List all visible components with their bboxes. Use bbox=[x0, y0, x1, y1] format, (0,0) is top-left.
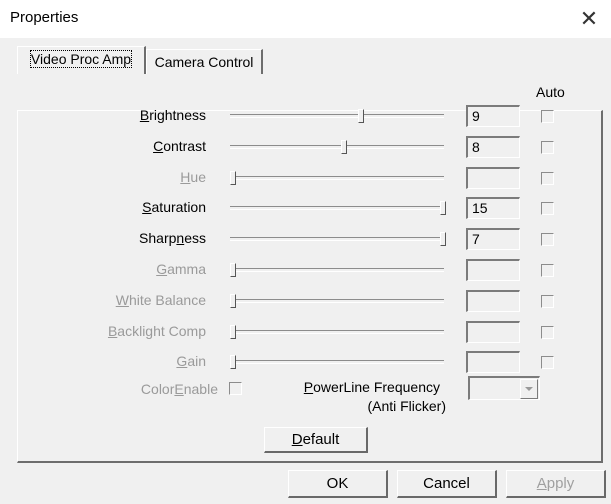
property-label: Backlight Comp bbox=[80, 321, 206, 341]
slider-track bbox=[230, 299, 444, 303]
default-button-u: D bbox=[291, 431, 303, 448]
property-value-field bbox=[466, 259, 520, 281]
property-value-field[interactable]: 15 bbox=[466, 197, 520, 219]
auto-checkbox bbox=[541, 264, 554, 277]
tab-camera-control-label: Camera Control bbox=[154, 54, 254, 70]
powerline-label-post: owerLine Frequency bbox=[313, 379, 440, 395]
auto-checkbox bbox=[541, 326, 554, 339]
color-enable-label-pre: Color bbox=[140, 381, 175, 397]
auto-checkbox[interactable] bbox=[541, 233, 554, 246]
property-label-part: C bbox=[153, 138, 164, 154]
property-label-part: Sharp bbox=[139, 230, 177, 246]
property-value-field bbox=[466, 351, 520, 373]
close-icon[interactable]: ✕ bbox=[574, 6, 604, 32]
property-label-part: hite Balance bbox=[128, 292, 206, 308]
property-value-field bbox=[466, 321, 520, 343]
tab-video-proc-amp[interactable]: Video Proc Amp bbox=[17, 46, 146, 74]
powerline-label-line1: PowerLine Frequency bbox=[280, 377, 440, 397]
ok-button[interactable]: OK bbox=[288, 470, 388, 498]
property-value-field[interactable]: 9 bbox=[466, 105, 520, 127]
color-enable-label-post: nable bbox=[183, 381, 218, 397]
slider-track[interactable] bbox=[230, 114, 444, 118]
apply-button[interactable]: Apply bbox=[506, 470, 606, 498]
auto-checkbox[interactable] bbox=[541, 202, 554, 215]
property-label-part: aturation bbox=[151, 199, 206, 215]
property-label: Gamma bbox=[80, 259, 206, 279]
window-title: Properties bbox=[10, 9, 79, 26]
slider-thumb bbox=[230, 355, 236, 369]
auto-header: Auto bbox=[536, 84, 565, 100]
color-enable-label: ColorEnable bbox=[100, 379, 218, 399]
slider-track bbox=[230, 330, 444, 334]
slider-track bbox=[230, 268, 444, 272]
slider-track[interactable] bbox=[230, 237, 444, 241]
cancel-button[interactable]: Cancel bbox=[397, 470, 497, 498]
property-label-part: rightness bbox=[149, 107, 206, 123]
title-bar: Properties ✕ bbox=[0, 0, 611, 38]
slider-track bbox=[230, 360, 444, 364]
slider-thumb[interactable] bbox=[358, 109, 364, 123]
property-label: Saturation bbox=[80, 197, 206, 217]
property-label: Hue bbox=[80, 167, 206, 187]
property-value-field bbox=[466, 167, 520, 189]
property-label-part: B bbox=[107, 323, 118, 339]
property-value-field[interactable]: 7 bbox=[466, 228, 520, 250]
default-button-post: efault bbox=[302, 431, 340, 448]
property-label: Gain bbox=[80, 351, 206, 371]
slider-track[interactable] bbox=[230, 206, 444, 210]
slider-track[interactable] bbox=[230, 145, 444, 149]
color-enable-label-u: E bbox=[174, 381, 184, 397]
chevron-down-icon[interactable] bbox=[520, 379, 538, 399]
auto-checkbox[interactable] bbox=[541, 110, 554, 123]
property-label: Sharpness bbox=[80, 228, 206, 248]
property-label: Brightness bbox=[80, 105, 206, 125]
apply-button-u: A bbox=[536, 475, 547, 492]
property-label-part: W bbox=[115, 292, 129, 308]
auto-checkbox bbox=[541, 295, 554, 308]
property-value-field bbox=[466, 290, 520, 312]
property-label-part: ue bbox=[190, 169, 206, 185]
property-label-part: amma bbox=[167, 261, 206, 277]
property-label-part: H bbox=[180, 169, 191, 185]
property-label-part: ain bbox=[187, 353, 206, 369]
tab-video-proc-amp-label: Video Proc Amp bbox=[29, 50, 133, 68]
color-enable-checkbox[interactable] bbox=[229, 382, 242, 395]
auto-checkbox[interactable] bbox=[541, 141, 554, 154]
slider-thumb[interactable] bbox=[440, 232, 446, 246]
slider-track bbox=[230, 176, 444, 180]
property-label-part: G bbox=[156, 261, 168, 277]
default-button[interactable]: Default bbox=[264, 427, 368, 453]
property-label-part: ontrast bbox=[163, 138, 206, 154]
property-label-part: S bbox=[142, 199, 152, 215]
property-label: Contrast bbox=[80, 136, 206, 156]
powerline-label-line2: (Anti Flicker) bbox=[367, 398, 446, 414]
slider-thumb bbox=[230, 325, 236, 339]
property-label-part: G bbox=[176, 353, 188, 369]
slider-thumb bbox=[230, 263, 236, 277]
powerline-label-u: P bbox=[303, 379, 314, 395]
property-label: White Balance bbox=[80, 290, 206, 310]
apply-button-post: pply bbox=[546, 475, 575, 492]
property-label-part: ess bbox=[184, 230, 206, 246]
property-value-field[interactable]: 8 bbox=[466, 136, 520, 158]
auto-checkbox bbox=[541, 172, 554, 185]
property-label-part: acklight Comp bbox=[117, 323, 206, 339]
slider-thumb bbox=[230, 294, 236, 308]
auto-checkbox bbox=[541, 356, 554, 369]
slider-thumb[interactable] bbox=[341, 140, 347, 154]
tab-camera-control[interactable]: Camera Control bbox=[146, 49, 263, 74]
property-label-part: B bbox=[139, 107, 150, 123]
slider-thumb[interactable] bbox=[440, 201, 446, 215]
powerline-frequency-select[interactable] bbox=[468, 376, 540, 400]
slider-thumb bbox=[230, 171, 236, 185]
